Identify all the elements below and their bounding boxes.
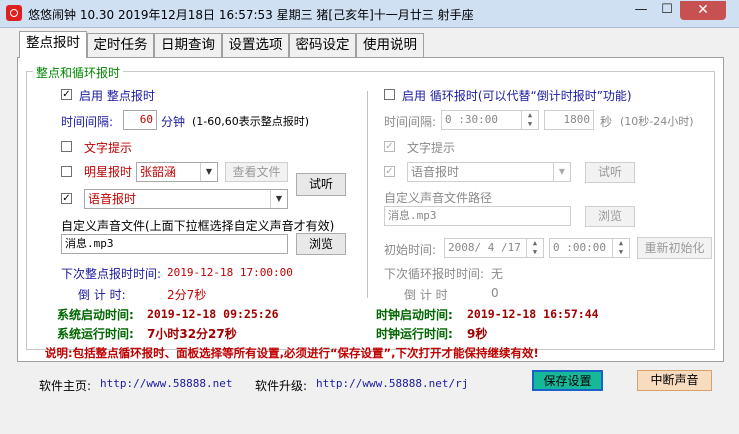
star-chime-checkbox[interactable] xyxy=(61,166,72,177)
audition-button[interactable]: 试听 xyxy=(296,173,346,196)
loop-text-prompt-checkbox[interactable]: ✓ xyxy=(384,141,395,152)
enable-hourly-label: 启用 整点报时 xyxy=(79,89,155,103)
text-prompt-label: 文字提示 xyxy=(84,141,133,155)
close-button[interactable]: ✕ xyxy=(680,1,726,20)
spinner-icon: ▲ ▼ xyxy=(526,239,543,257)
loop-interval-time-value: 0 :30:00 xyxy=(445,113,498,126)
spinner-icon: ▲ ▼ xyxy=(612,239,629,257)
interval-input[interactable]: 60 xyxy=(123,110,157,130)
column-divider xyxy=(367,91,368,298)
star-select-value: 张韶涵 xyxy=(140,165,177,179)
next-loop-value: 无 xyxy=(491,267,504,281)
loop-voice-checkbox[interactable]: ✓ xyxy=(384,166,395,177)
next-loop-label: 下次循环报时时间: xyxy=(384,267,485,281)
custom-sound-input[interactable]: 消息.mp3 xyxy=(61,234,288,254)
loop-custom-path-label: 自定义声音文件路径 xyxy=(384,191,493,205)
chevron-down-icon: ▼ xyxy=(553,163,570,181)
loop-voice-select-value: 语音报时 xyxy=(411,165,460,179)
loop-interval-label: 时间间隔: xyxy=(384,115,437,129)
interval-unit: 分钟 xyxy=(161,115,186,129)
next-hourly-time: 2019-12-18 17:00:00 xyxy=(167,266,293,279)
star-chime-label: 明星报时 xyxy=(84,165,133,179)
init-time-value: 0 :00:00 xyxy=(553,241,606,254)
chevron-down-icon: ▼ xyxy=(200,163,217,181)
interval-label: 时间间隔: xyxy=(61,115,114,129)
reinitialize-button[interactable]: 重新初始化 xyxy=(637,237,712,259)
star-select[interactable]: 张韶涵 ▼ xyxy=(136,162,218,182)
init-date-value: 2008/ 4 /17 xyxy=(448,241,521,254)
clock-run-value: 9秒 xyxy=(467,327,488,341)
loop-audition-button[interactable]: 试听 xyxy=(585,162,635,183)
voice-chime-checkbox[interactable]: ✓ xyxy=(61,193,72,204)
system-run-value: 7小时32分27秒 xyxy=(147,327,237,341)
clock-icon xyxy=(6,5,22,21)
countdown-label: 倒 计 时: xyxy=(78,288,126,302)
loop-interval-time[interactable]: 0 :30:00 ▲ ▼ xyxy=(441,110,539,130)
system-start-label: 系统启动时间: xyxy=(57,308,134,322)
loop-countdown-label: 倒 计 时 xyxy=(404,288,448,302)
view-file-button[interactable]: 查看文件 xyxy=(225,162,288,182)
chevron-down-icon: ▼ xyxy=(270,190,287,208)
upgrade-link[interactable]: http://www.58888.net/rj xyxy=(316,377,468,390)
loop-browse-button[interactable]: 浏览 xyxy=(585,206,635,227)
seconds-hint: (10秒-24小时) xyxy=(620,115,694,128)
loop-voice-select[interactable]: 语音报时 ▼ xyxy=(407,162,571,182)
countdown-value: 2分7秒 xyxy=(167,288,207,302)
system-start-value: 2019-12-18 09:25:26 xyxy=(147,307,279,321)
next-hourly-label: 下次整点报时时间: xyxy=(61,267,162,281)
loop-text-prompt-label: 文字提示 xyxy=(407,141,456,155)
enable-loop-checkbox[interactable] xyxy=(384,89,395,100)
loop-interval-seconds[interactable]: 1800 xyxy=(544,110,594,130)
enable-loop-label: 启用 循环报时(可以代替“倒计时报时”功能) xyxy=(402,89,632,103)
loop-countdown-value: 0 xyxy=(491,286,499,300)
clock-start-value: 2019-12-18 16:57:44 xyxy=(467,307,599,321)
text-prompt-checkbox[interactable] xyxy=(61,141,72,152)
home-label: 软件主页: xyxy=(39,379,92,393)
tab-scheduled-tasks[interactable]: 定时任务 xyxy=(87,33,154,57)
clock-run-label: 时钟运行时间: xyxy=(376,327,453,341)
init-time-input[interactable]: 0 :00:00 ▲ ▼ xyxy=(549,238,630,258)
save-settings-button[interactable]: 保存设置 xyxy=(532,370,603,391)
maximize-button[interactable]: ☐ xyxy=(654,1,680,20)
clock-start-label: 时钟启动时间: xyxy=(376,308,453,322)
tab-date-query[interactable]: 日期查询 xyxy=(154,33,222,57)
init-date-input[interactable]: 2008/ 4 /17 ▲ ▼ xyxy=(444,238,544,258)
enable-hourly-checkbox[interactable]: ✓ xyxy=(61,89,72,100)
spinner-icon: ▲ ▼ xyxy=(521,111,538,129)
loop-custom-path-input[interactable]: 消息.mp3 xyxy=(384,206,571,226)
voice-select[interactable]: 语音报时 ▼ xyxy=(84,189,288,209)
minimize-button[interactable]: — xyxy=(628,1,654,20)
save-notice: 说明:包括整点循环报时、面板选择等所有设置,必须进行“保存设置”,下次打开才能保… xyxy=(45,346,539,360)
home-link[interactable]: http://www.58888.net xyxy=(100,377,232,390)
group-title: 整点和循环报时 xyxy=(33,64,124,81)
tab-help[interactable]: 使用说明 xyxy=(356,33,424,57)
tab-password[interactable]: 密码设定 xyxy=(289,33,356,57)
tab-hourly-chime[interactable]: 整点报时 xyxy=(19,31,87,58)
init-time-label: 初始时间: xyxy=(384,243,437,257)
stop-sound-button[interactable]: 中断声音 xyxy=(637,370,712,391)
browse-button[interactable]: 浏览 xyxy=(296,233,346,255)
interval-hint: (1-60,60表示整点报时) xyxy=(192,115,310,128)
voice-select-value: 语音报时 xyxy=(88,192,137,206)
upgrade-label: 软件升级: xyxy=(255,379,308,393)
seconds-unit: 秒 xyxy=(600,115,613,129)
custom-sound-label: 自定义声音文件(上面下拉框选择自定义声音才有效) xyxy=(61,219,335,233)
tab-settings[interactable]: 设置选项 xyxy=(222,33,289,57)
system-run-label: 系统运行时间: xyxy=(57,327,134,341)
window-title: 悠悠闹钟 10.30 2019年12月18日 16:57:53 星期三 猪[己亥… xyxy=(28,8,474,22)
